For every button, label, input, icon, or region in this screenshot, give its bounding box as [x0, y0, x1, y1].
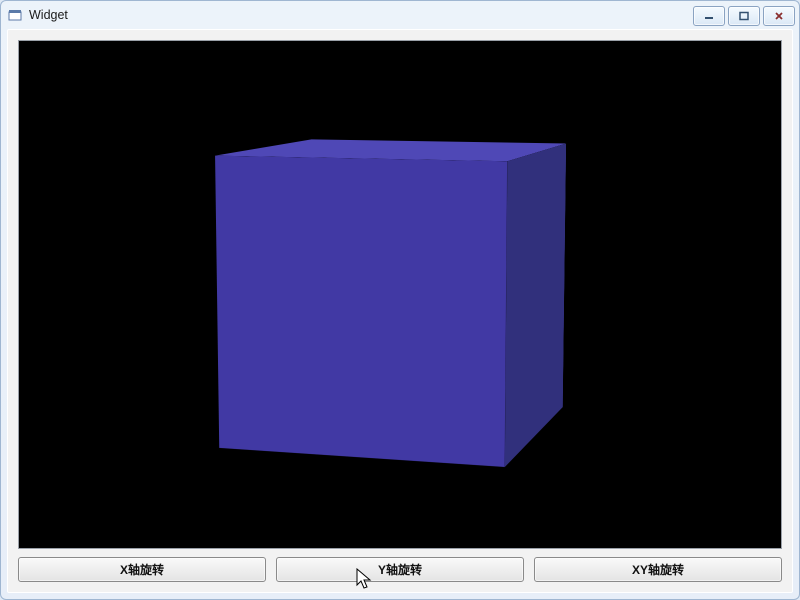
button-row: X轴旋转 Y轴旋转 XY轴旋转 — [8, 557, 792, 592]
close-button[interactable] — [763, 6, 795, 26]
minimize-button[interactable] — [693, 6, 725, 26]
client-area: X轴旋转 Y轴旋转 XY轴旋转 — [7, 29, 793, 593]
cube-face-front — [215, 155, 507, 467]
rotate-x-button[interactable]: X轴旋转 — [18, 557, 266, 582]
titlebar[interactable]: Widget — [1, 1, 799, 29]
rotate-xy-button[interactable]: XY轴旋转 — [534, 557, 782, 582]
window-title: Widget — [29, 8, 693, 22]
gl-viewport[interactable] — [18, 40, 782, 549]
window-controls — [693, 5, 795, 26]
rotate-y-button[interactable]: Y轴旋转 — [276, 557, 524, 582]
maximize-button[interactable] — [728, 6, 760, 26]
app-window: Widget — [0, 0, 800, 600]
cube — [267, 146, 539, 434]
cube-face-right — [505, 143, 566, 467]
app-icon — [7, 7, 23, 23]
